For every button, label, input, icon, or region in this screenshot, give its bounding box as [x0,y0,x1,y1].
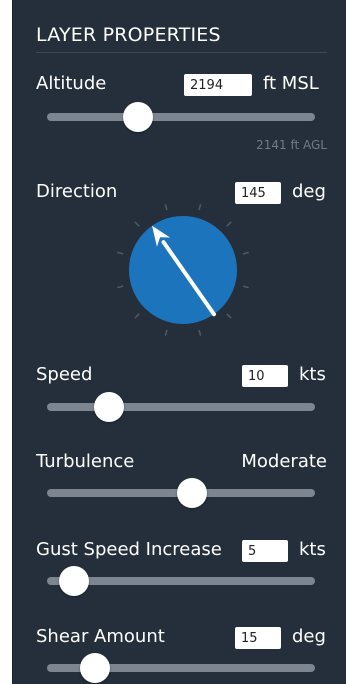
altitude-input[interactable] [184,74,252,96]
altitude-slider-thumb[interactable] [123,102,154,132]
shear-slider[interactable] [47,653,315,683]
direction-dial[interactable] [111,198,255,342]
shear-unit: deg [292,626,326,647]
shear-input[interactable] [235,627,281,649]
dial-tick [117,285,124,289]
altitude-slider[interactable] [47,102,315,132]
dial-tick [198,329,202,336]
altitude-agl-readout: 2141 ft AGL [256,138,327,152]
altitude-unit: ft MSL [263,73,319,94]
direction-unit: deg [292,181,326,202]
turbulence-label: Turbulence [36,451,135,472]
gust-slider[interactable] [47,566,315,596]
turbulence-slider-thumb[interactable] [176,478,207,508]
dial-tick [134,221,140,227]
speed-input[interactable] [242,365,288,387]
dial-tick [134,313,140,319]
title-divider [36,52,327,53]
gust-slider-thumb[interactable] [58,566,89,596]
dial-tick [226,221,232,227]
panel-title: LAYER PROPERTIES [36,24,221,46]
speed-label: Speed [36,364,93,385]
gust-unit: kts [299,539,326,560]
dial-tick [117,251,124,255]
dial-tick [242,285,249,289]
speed-slider[interactable] [47,392,315,422]
turbulence-level: Moderate [241,451,327,472]
speed-unit: kts [299,364,326,385]
dial-tick [164,329,168,336]
shear-slider-thumb[interactable] [80,653,111,683]
layer-properties-panel: LAYER PROPERTIES Altitude ft MSL 2141 ft… [12,0,346,684]
dial-tick [164,204,168,211]
speed-slider-thumb[interactable] [93,392,124,422]
dial-tick [242,251,249,255]
dial-tick [226,313,232,319]
dial-tick [198,204,202,211]
direction-label: Direction [36,181,118,202]
gust-label: Gust Speed Increase [36,539,222,560]
altitude-label: Altitude [36,73,107,94]
shear-label: Shear Amount [36,626,165,647]
turbulence-slider[interactable] [47,478,315,508]
gust-input[interactable] [242,540,288,562]
